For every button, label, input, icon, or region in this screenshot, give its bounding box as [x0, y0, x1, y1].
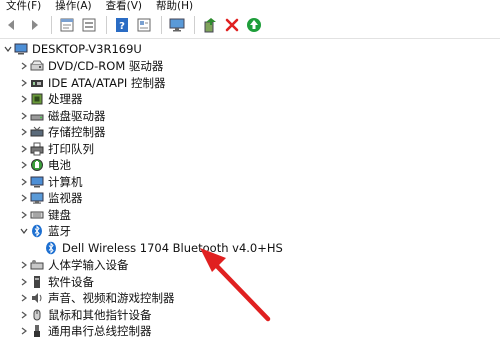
- back-icon[interactable]: [2, 15, 22, 35]
- processor-icon: [30, 92, 44, 106]
- properties-icon[interactable]: [57, 15, 77, 35]
- storage-controller-icon: [30, 125, 44, 139]
- tree-item-battery[interactable]: 电池: [18, 157, 71, 173]
- tree-item-label: 键盘: [48, 207, 71, 222]
- computer-icon: [30, 175, 44, 189]
- keyboard-icon: [30, 208, 44, 222]
- uninstall-icon[interactable]: [222, 15, 242, 35]
- monitor-icon: [30, 191, 44, 205]
- tree-item-software[interactable]: 软件设备: [18, 274, 94, 290]
- chevron-right-icon[interactable]: [18, 75, 30, 91]
- monitor-icon[interactable]: [167, 15, 187, 35]
- bluetooth-icon: [30, 224, 44, 238]
- tree-item-bluetooth-device[interactable]: Dell Wireless 1704 Bluetooth v4.0+HS: [44, 240, 283, 256]
- tree-item-label: 存储控制器: [48, 125, 106, 139]
- chevron-right-icon[interactable]: [18, 307, 30, 323]
- chevron-right-icon[interactable]: [18, 124, 30, 140]
- action-icon[interactable]: [134, 15, 154, 35]
- chevron-down-icon[interactable]: [18, 223, 30, 239]
- printer-icon: [30, 142, 44, 156]
- chevron-right-icon[interactable]: [18, 141, 30, 157]
- tree-item-label: 计算机: [48, 174, 83, 189]
- chevron-right-icon[interactable]: [18, 174, 30, 190]
- tree-item-mouse[interactable]: 鼠标和其他指针设备: [18, 307, 152, 323]
- chevron-right-icon[interactable]: [18, 190, 30, 206]
- tree-item-processor[interactable]: 处理器: [18, 91, 83, 107]
- tree-item-audio[interactable]: 声音、视频和游戏控制器: [18, 290, 175, 306]
- tree-item-keyboard[interactable]: 键盘: [18, 207, 71, 223]
- chevron-right-icon[interactable]: [18, 323, 30, 339]
- audio-icon: [30, 291, 44, 305]
- toolbar-separator: [106, 16, 107, 34]
- forward-icon[interactable]: [24, 15, 44, 35]
- tree-item-label: 打印队列: [48, 141, 94, 156]
- tree-item-bluetooth[interactable]: 蓝牙: [18, 223, 71, 239]
- tree-item-disk[interactable]: 磁盘驱动器: [18, 108, 106, 124]
- tree-item-label: 人体学输入设备: [48, 258, 129, 272]
- tree-item-label: IDE ATA/ATAPI 控制器: [48, 75, 166, 90]
- svg-text:?: ?: [119, 21, 125, 32]
- tree-item-label: 声音、视频和游戏控制器: [48, 291, 175, 305]
- menu-bar: 文件(F) 操作(A) 查看(V) 帮助(H): [0, 0, 500, 13]
- chevron-down-icon[interactable]: [2, 41, 14, 57]
- chevron-right-icon[interactable]: [18, 91, 30, 107]
- chevron-right-icon[interactable]: [18, 108, 30, 124]
- device-tree: DESKTOP-V3R169U DVD/CD-ROM 驱动器 IDE ATA/A…: [0, 38, 500, 346]
- chevron-right-icon[interactable]: [18, 290, 30, 306]
- computer-icon: [14, 42, 28, 56]
- ide-controller-icon: [30, 76, 44, 90]
- tree-item-label: 蓝牙: [48, 224, 71, 238]
- tree-item-label: 监视器: [48, 191, 83, 205]
- tree-item-computer[interactable]: 计算机: [18, 174, 83, 190]
- tree-item-label: 磁盘驱动器: [48, 108, 106, 123]
- tree-item-monitor[interactable]: 监视器: [18, 190, 83, 206]
- tree-item-usb[interactable]: 通用串行总线控制器: [18, 323, 152, 339]
- tree-item-label: 处理器: [48, 92, 83, 106]
- menu-help[interactable]: 帮助(H): [156, 0, 193, 13]
- tree-item-storage[interactable]: 存储控制器: [18, 124, 106, 140]
- tree-item-label: 鼠标和其他指针设备: [48, 307, 152, 322]
- tree-item-label: 软件设备: [48, 274, 94, 289]
- chevron-right-icon[interactable]: [18, 274, 30, 290]
- menu-file[interactable]: 文件(F): [6, 0, 41, 13]
- root-label: DESKTOP-V3R169U: [32, 42, 142, 56]
- chevron-right-icon[interactable]: [18, 58, 30, 74]
- chevron-right-icon[interactable]: [18, 157, 30, 173]
- tree-item-hid[interactable]: 人体学输入设备: [18, 257, 129, 273]
- battery-icon: [30, 158, 44, 172]
- chevron-right-icon[interactable]: [18, 257, 30, 273]
- chevron-right-icon[interactable]: [18, 207, 30, 223]
- tree-item-ide[interactable]: IDE ATA/ATAPI 控制器: [18, 75, 165, 91]
- hid-icon: [30, 258, 44, 272]
- software-device-icon: [30, 275, 44, 289]
- menu-action[interactable]: 操作(A): [55, 0, 91, 13]
- tree-item-label: DVD/CD-ROM 驱动器: [48, 59, 164, 73]
- toolbar-separator: [194, 16, 195, 34]
- toolbar-separator: [161, 16, 162, 34]
- tree-item-label: 电池: [48, 158, 71, 172]
- dvd-drive-icon: [30, 59, 44, 73]
- disk-drive-icon: [30, 109, 44, 123]
- toolbar: ?: [0, 13, 500, 37]
- tree-item-printer[interactable]: 打印队列: [18, 141, 94, 157]
- tree-item-label: 通用串行总线控制器: [48, 324, 152, 338]
- help-icon[interactable]: ?: [112, 15, 132, 35]
- toolbar-separator: [51, 16, 52, 34]
- bluetooth-icon: [44, 241, 58, 255]
- tree-root[interactable]: DESKTOP-V3R169U: [2, 41, 142, 57]
- mouse-icon: [30, 308, 44, 322]
- enable-device-icon[interactable]: [244, 15, 264, 35]
- usb-icon: [30, 324, 44, 338]
- tree-item-dvd[interactable]: DVD/CD-ROM 驱动器: [18, 58, 163, 74]
- bluetooth-device-label: Dell Wireless 1704 Bluetooth v4.0+HS: [62, 241, 283, 255]
- show-hidden-icon[interactable]: [79, 15, 99, 35]
- update-driver-icon[interactable]: [200, 15, 220, 35]
- menu-view[interactable]: 查看(V): [106, 0, 142, 13]
